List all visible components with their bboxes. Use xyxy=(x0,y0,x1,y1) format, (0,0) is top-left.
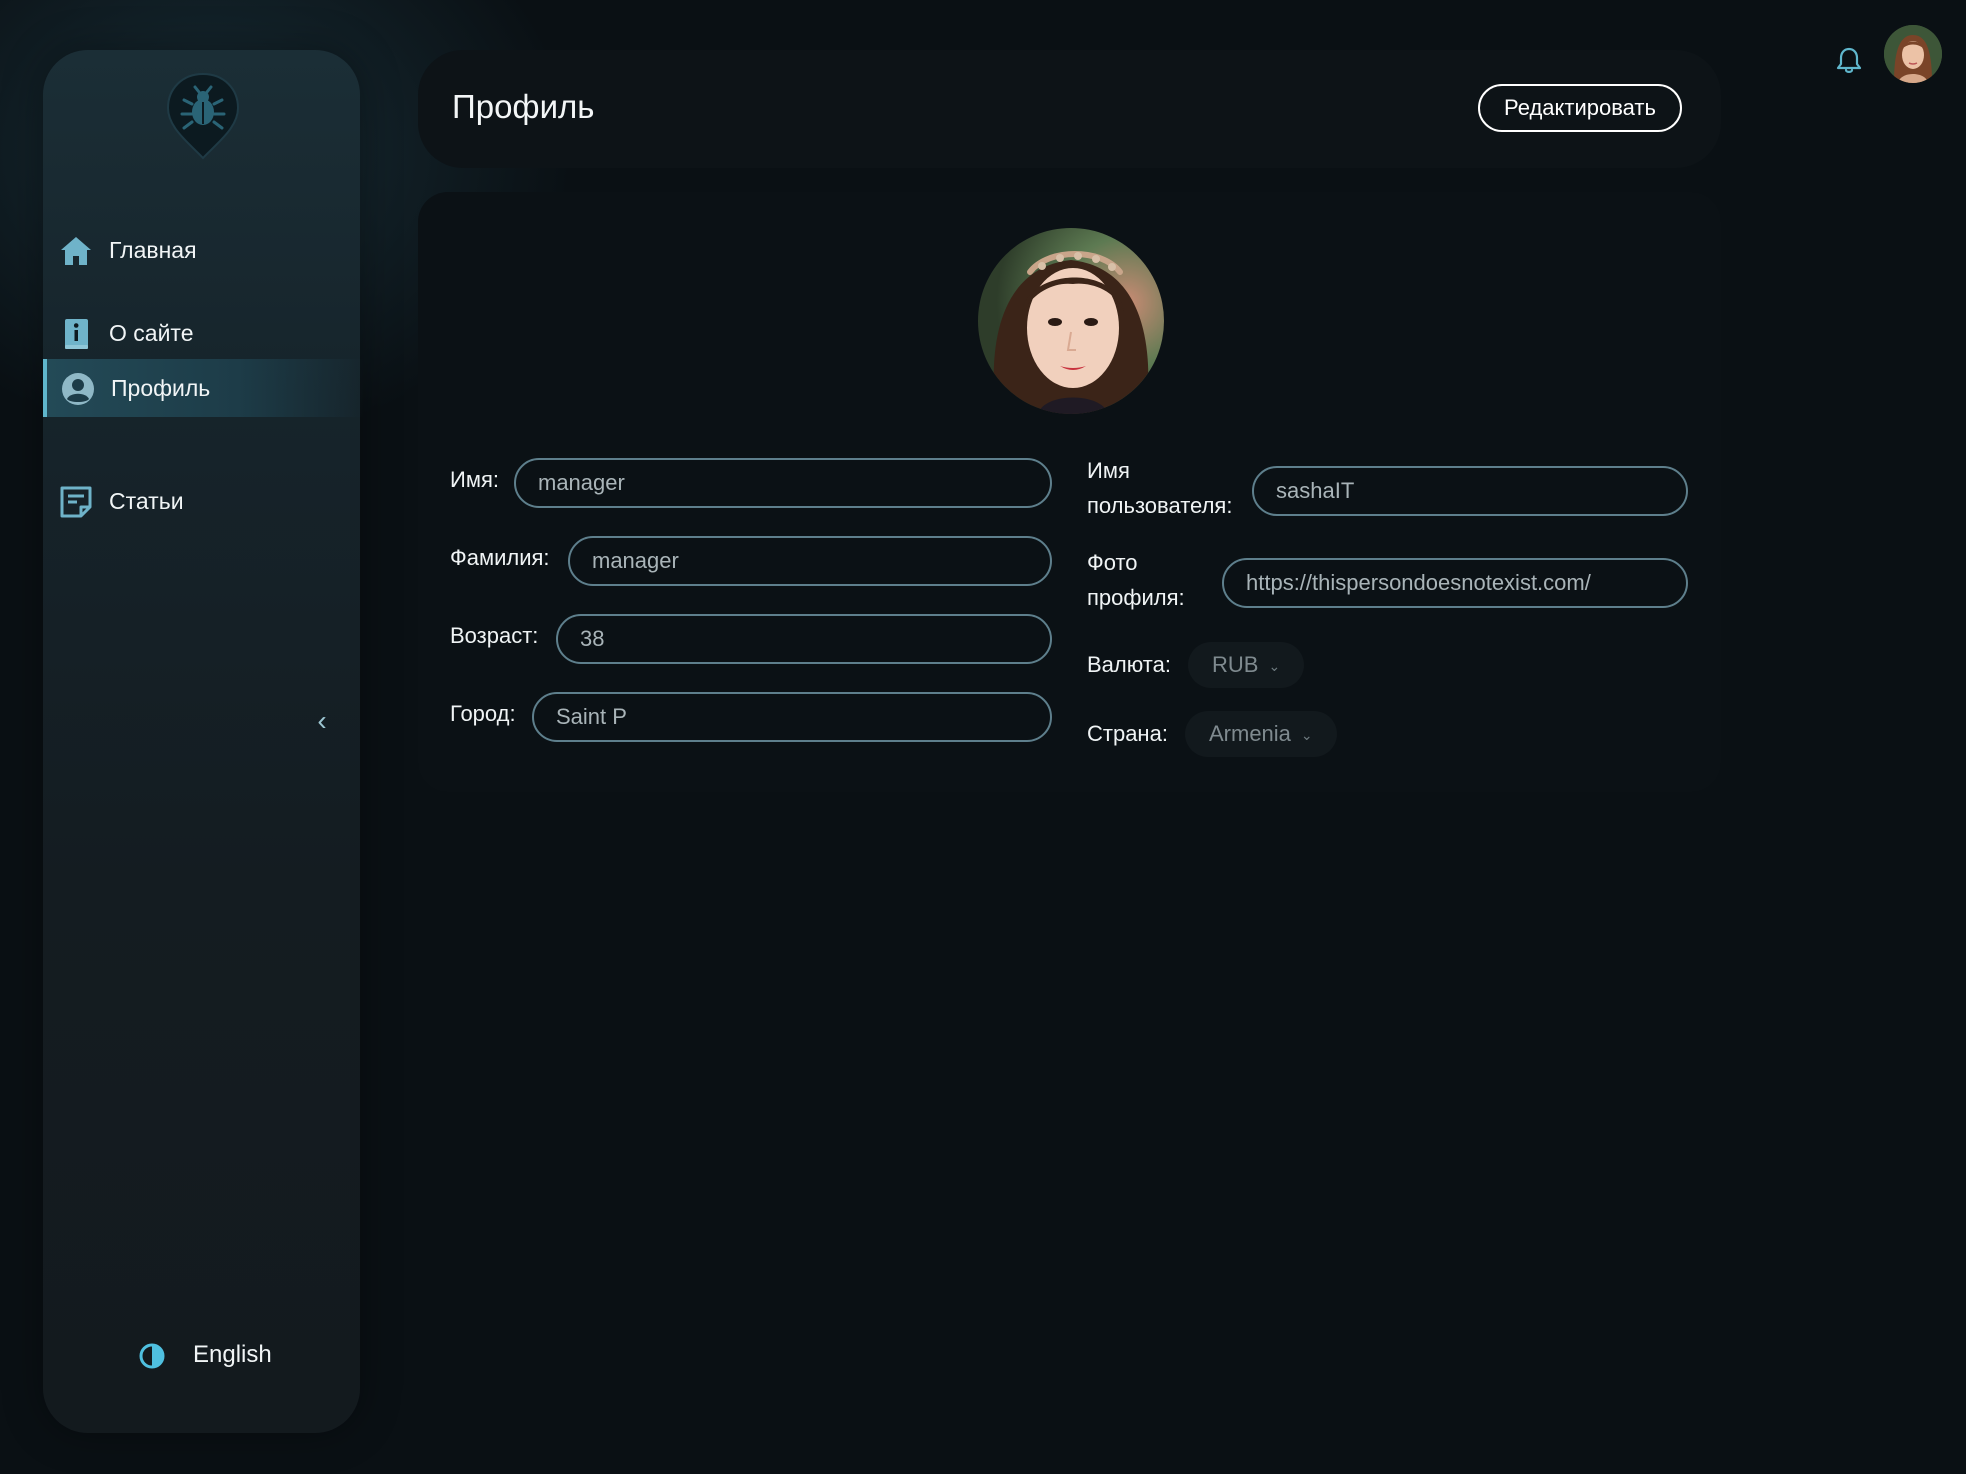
country-value: Armenia xyxy=(1209,721,1291,746)
sidebar-item-label: Главная xyxy=(109,236,197,263)
sidebar-item-articles[interactable]: Статьи xyxy=(43,472,360,530)
language-toggle[interactable]: English xyxy=(193,1341,272,1369)
sidebar: Главная О сайте Профиль Статьи ‹ English xyxy=(43,50,364,1433)
page-header: Профиль Редактировать xyxy=(418,50,1721,168)
currency-select[interactable]: RUB ⌄ xyxy=(1188,642,1305,688)
user-circle-icon xyxy=(62,373,94,405)
chevron-down-icon: ⌄ xyxy=(1300,727,1313,744)
username-input[interactable] xyxy=(1252,466,1688,516)
currency-label: Валюта: xyxy=(1087,652,1171,677)
sidebar-item-label: Профиль xyxy=(111,374,211,401)
info-book-icon xyxy=(65,319,88,349)
home-icon xyxy=(61,237,91,265)
sidebar-item-about[interactable]: О сайте xyxy=(43,304,360,362)
user-avatar[interactable] xyxy=(1884,25,1942,83)
chevron-down-icon: ⌄ xyxy=(1268,658,1281,675)
sidebar-item-profile[interactable]: Профиль xyxy=(43,359,364,417)
age-input[interactable] xyxy=(556,614,1052,664)
last-name-input[interactable] xyxy=(568,536,1052,586)
age-label: Возраст: xyxy=(450,623,539,648)
first-name-label: Имя: xyxy=(450,467,499,492)
page-title: Профиль xyxy=(452,88,595,125)
bell-icon[interactable] xyxy=(1836,46,1862,74)
country-label: Страна: xyxy=(1087,721,1168,746)
sidebar-item-label: О сайте xyxy=(109,319,194,346)
country-select[interactable]: Armenia ⌄ xyxy=(1185,711,1337,757)
city-input[interactable] xyxy=(532,692,1052,742)
username-label-line1: Имя xyxy=(1087,458,1130,483)
article-icon xyxy=(60,486,92,518)
avatar-url-input[interactable] xyxy=(1222,558,1688,608)
avatar-url-label-line2: профиля: xyxy=(1087,585,1185,610)
sidebar-collapse-button[interactable]: ‹ xyxy=(311,706,333,736)
last-name-label: Фамилия: xyxy=(450,545,550,570)
first-name-input[interactable] xyxy=(514,458,1052,508)
profile-avatar-image xyxy=(978,228,1164,414)
currency-value: RUB xyxy=(1212,652,1259,677)
edit-button[interactable]: Редактировать xyxy=(1478,84,1682,132)
app-page: Главная О сайте Профиль Статьи ‹ English… xyxy=(0,0,1966,1474)
sidebar-item-label: Статьи xyxy=(109,487,184,514)
half-circle-icon[interactable] xyxy=(138,1342,166,1370)
bug-pin-icon[interactable] xyxy=(164,70,242,162)
avatar-url-label-line1: Фото xyxy=(1087,550,1138,575)
profile-avatar xyxy=(978,228,1164,414)
sidebar-item-home[interactable]: Главная xyxy=(43,221,360,279)
user-avatar-image xyxy=(1884,25,1942,83)
username-label-line2: пользователя: xyxy=(1087,493,1233,518)
profile-card: Имя: Фамилия: Возраст: Город: Имя пользо… xyxy=(418,192,1721,792)
city-label: Город: xyxy=(450,701,516,726)
